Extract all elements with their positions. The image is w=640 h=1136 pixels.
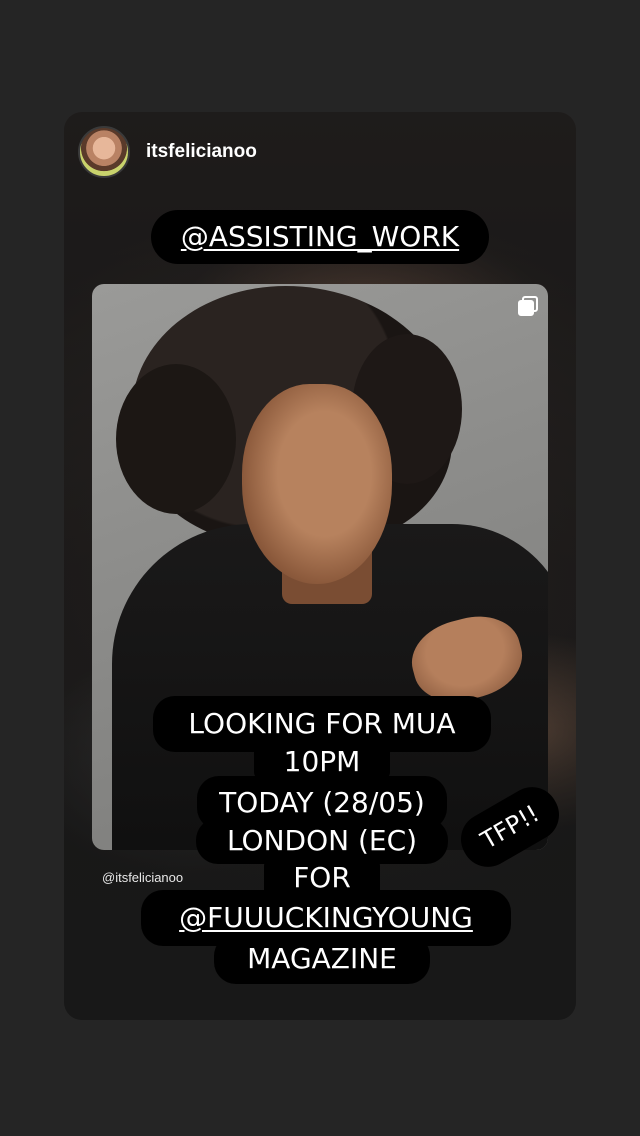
story-screen: itsfelicianoo @ASSISTING_WORK @itsfelici…: [0, 0, 640, 1136]
mention-sticker[interactable]: @ASSISTING_WORK: [151, 210, 489, 264]
caption-mention-text: @FUUUCKINGYOUNG: [179, 901, 473, 934]
carousel-icon: [518, 296, 538, 316]
caption-line-7: MAGAZINE: [214, 934, 430, 984]
username[interactable]: itsfelicianoo: [146, 141, 257, 163]
story-header[interactable]: itsfelicianoo: [78, 126, 257, 178]
photo-hair-left: [116, 364, 236, 514]
photo-credit[interactable]: @itsfelicianoo: [102, 870, 183, 885]
photo-face: [242, 384, 392, 584]
mention-text: @ASSISTING_WORK: [180, 220, 460, 253]
caption-line-2: 10PM: [254, 744, 390, 780]
avatar[interactable]: [78, 126, 130, 178]
